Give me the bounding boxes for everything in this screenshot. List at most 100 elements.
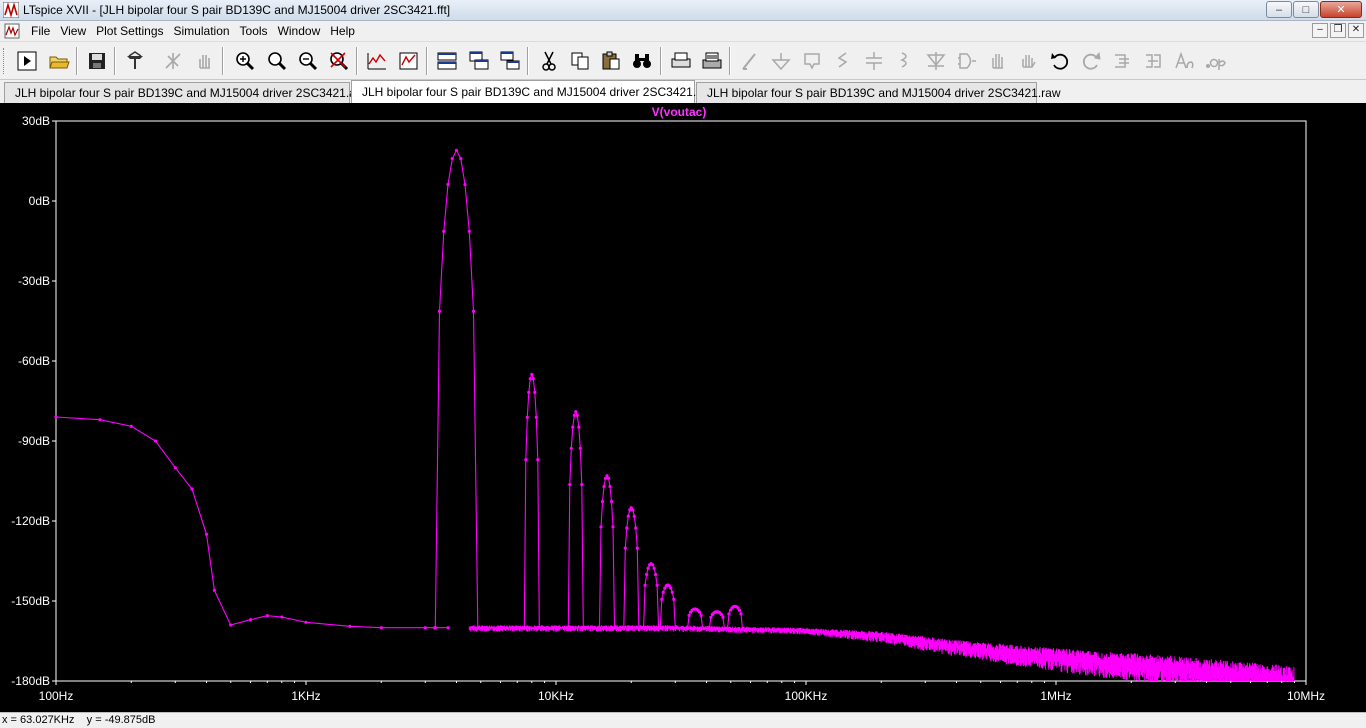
- trace-data-point: [528, 377, 532, 381]
- document-window-controls: – ❒ ✕: [1312, 23, 1364, 38]
- inductor-icon[interactable]: [892, 48, 918, 74]
- trace-data-point: [686, 626, 690, 630]
- print-icon[interactable]: [699, 48, 725, 74]
- menu-tools[interactable]: Tools: [235, 22, 273, 41]
- open-icon[interactable]: [46, 48, 72, 74]
- toolbar-separator: [76, 47, 78, 75]
- plot-pane[interactable]: V(voutac) 30dB 0dB -30dB -60dB -90dB -120dB -1…: [0, 103, 1366, 712]
- trace-data-point: [534, 415, 538, 419]
- trace-data-point: [672, 597, 676, 601]
- mirror-icon[interactable]: [1140, 48, 1166, 74]
- y-axis[interactable]: 30dB 0dB -30dB -60dB -90dB -120dB -150dB -180dB: [11, 114, 56, 688]
- control-panel-icon[interactable]: [122, 48, 148, 74]
- toolbar-separator: [222, 47, 224, 75]
- document-menu-icon[interactable]: [4, 23, 20, 39]
- resistor-icon[interactable]: [830, 48, 856, 74]
- trace-data-point: [522, 626, 526, 630]
- trace-data-point: [643, 583, 647, 587]
- trace-data-point: [631, 508, 635, 512]
- trace-data-point: [524, 458, 528, 462]
- trace-title[interactable]: V(voutac): [652, 105, 707, 119]
- text-icon[interactable]: [1171, 48, 1197, 74]
- cut-icon[interactable]: [536, 48, 562, 74]
- menu-file[interactable]: File: [26, 22, 55, 41]
- capacitor-icon[interactable]: [861, 48, 887, 74]
- tab-raw-plot[interactable]: JLH bipolar four S pair BD139C and MJ150…: [696, 82, 1061, 103]
- trace-data-point: [578, 446, 582, 450]
- trace-data-point: [463, 182, 467, 187]
- run-icon[interactable]: [14, 48, 40, 74]
- zoom-full-icon[interactable]: [264, 48, 290, 74]
- toolbar-separator: [660, 47, 662, 75]
- doc-minimize-button[interactable]: –: [1312, 23, 1328, 38]
- minimize-button[interactable]: –: [1266, 1, 1292, 18]
- diode-icon[interactable]: [923, 48, 949, 74]
- ground-icon[interactable]: [768, 48, 794, 74]
- pan-icon[interactable]: [192, 48, 218, 74]
- drag-icon[interactable]: [1016, 48, 1042, 74]
- trace-data-point: [651, 563, 655, 567]
- find-icon[interactable]: [629, 48, 655, 74]
- status-bar: x = 63.027KHz y = -49.875dB: [0, 712, 1366, 728]
- save-icon[interactable]: [84, 48, 110, 74]
- paste-icon[interactable]: [598, 48, 624, 74]
- trace-data-point: [265, 614, 269, 618]
- wire-icon[interactable]: [737, 48, 763, 74]
- menu-help[interactable]: Help: [325, 22, 360, 41]
- plot-setup-icon[interactable]: [396, 48, 422, 74]
- menu-bar: File View Plot Settings Simulation Tools…: [0, 21, 1366, 42]
- title-bar[interactable]: LTspice XVII - [JLH bipolar four S pair …: [0, 0, 1366, 21]
- halt-icon[interactable]: [160, 48, 186, 74]
- trace-data-point: [173, 466, 177, 470]
- label-icon[interactable]: [799, 48, 825, 74]
- document-tabs: JLH bipolar four S pair BD139C and MJ150…: [0, 80, 1366, 103]
- doc-restore-button[interactable]: ❒: [1330, 23, 1346, 38]
- trace-data-point: [613, 626, 617, 630]
- tile-horizontal-icon[interactable]: [434, 48, 460, 74]
- plot-frame: [55, 120, 1307, 682]
- trace-data-point: [687, 613, 691, 617]
- doc-close-button[interactable]: ✕: [1348, 23, 1364, 38]
- copy-icon[interactable]: [567, 48, 593, 74]
- component-icon[interactable]: [954, 48, 980, 74]
- x-tick-label: 100KHz: [785, 689, 828, 703]
- fft-chart[interactable]: V(voutac) 30dB 0dB -30dB -60dB -90dB -120dB -1…: [0, 103, 1366, 712]
- undo-icon[interactable]: [1047, 48, 1073, 74]
- trace-data-point: [572, 413, 576, 417]
- menu-window[interactable]: Window: [273, 22, 326, 41]
- menu-simulation[interactable]: Simulation: [169, 22, 235, 41]
- autorange-icon[interactable]: [364, 48, 390, 74]
- cascade-icon[interactable]: [466, 48, 492, 74]
- trace-data-point: [741, 627, 745, 631]
- trace-data-point: [609, 499, 614, 504]
- print-preview-icon[interactable]: [668, 48, 694, 74]
- rotate-icon[interactable]: [1109, 48, 1135, 74]
- menu-plot-settings[interactable]: Plot Settings: [91, 22, 168, 41]
- spice-directive-icon[interactable]: [1202, 48, 1228, 74]
- tile-vertical-icon[interactable]: [497, 48, 523, 74]
- trace-group: [54, 148, 753, 631]
- maximize-button[interactable]: □: [1293, 1, 1319, 18]
- trace-data-point: [54, 415, 58, 419]
- noise-floor-band: [468, 625, 1295, 681]
- y-tick-label: 30dB: [22, 114, 50, 128]
- zoom-in-icon[interactable]: [232, 48, 258, 74]
- trace-data-point: [304, 620, 308, 624]
- toolbar-separator: [527, 47, 529, 75]
- move-icon[interactable]: [985, 48, 1011, 74]
- redo-icon[interactable]: [1078, 48, 1104, 74]
- trace-data-point: [575, 413, 579, 417]
- trace-data-point: [476, 626, 480, 630]
- trace-data-point: [597, 626, 602, 630]
- toolbar-grip[interactable]: [3, 48, 6, 74]
- noise-floor-trace: [468, 625, 1295, 681]
- tab-fft-plot[interactable]: JLH bipolar four S pair BD139C and MJ150…: [351, 80, 706, 103]
- close-button[interactable]: ✕: [1320, 1, 1362, 18]
- tab-schematic[interactable]: JLH bipolar four S pair BD139C and MJ150…: [4, 82, 368, 103]
- trace-data-point: [538, 626, 542, 630]
- zoom-out-icon[interactable]: [295, 48, 321, 74]
- trace-data-point: [525, 415, 529, 419]
- menu-view[interactable]: View: [55, 22, 91, 41]
- x-axis[interactable]: 100Hz 1KHz 10KHz 100KHz 1MHz 10MHz: [39, 681, 1325, 703]
- zoom-cancel-icon[interactable]: [326, 48, 352, 74]
